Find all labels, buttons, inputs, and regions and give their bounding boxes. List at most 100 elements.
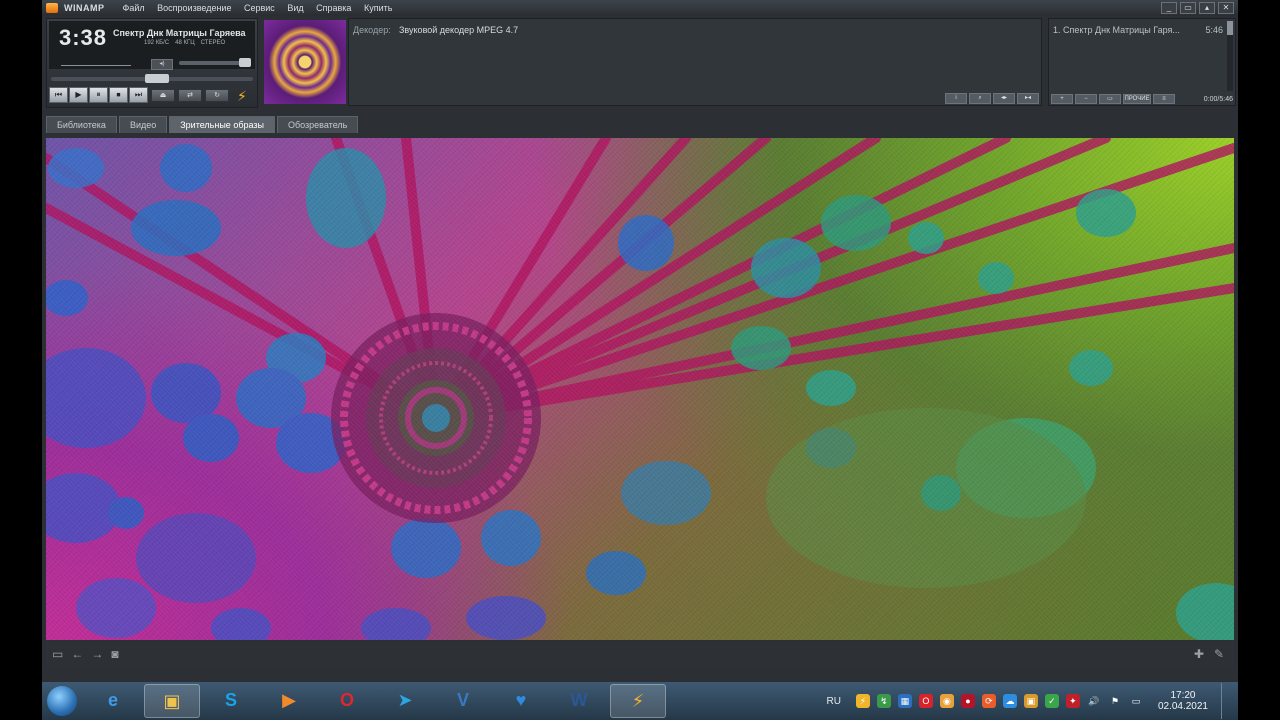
shuffle-icon[interactable]: ⇄ (178, 89, 202, 102)
shade-button[interactable]: ▴ (1199, 2, 1215, 14)
cloud-tray-icon[interactable]: ☁ (1002, 694, 1017, 708)
winamp-window: WINAMP Файл Воспроизведение Сервис Вид С… (42, 0, 1238, 682)
list-button[interactable]: ≡ (1153, 94, 1175, 104)
playlist-toolbar: + − ▭ ПРОЧИЕ ≡ 0:00/5:46 (1051, 94, 1233, 104)
system-tray: RU ⚡ ↯ ▦ O ◉ ● ⟳ ☁ ▣ ✓ ✦ 🔊 ⚑ ▭ 17:20 02.… (826, 683, 1238, 719)
winamp-logo-icon (46, 3, 58, 13)
stop-button[interactable]: ⏹ (109, 87, 128, 103)
playlist-total-time: 0:00/5:46 (1203, 95, 1233, 103)
seek-bar[interactable] (51, 74, 253, 83)
song-title: Спектр Днк Матрицы Гаряева (113, 28, 246, 38)
misc-button[interactable]: ПРОЧИЕ (1123, 94, 1151, 104)
title-bar: WINAMP Файл Воспроизведение Сервис Вид С… (42, 0, 1238, 16)
back-arrow-icon[interactable]: ← (71, 647, 83, 661)
tab-video[interactable]: Видео (118, 116, 168, 133)
start-button[interactable] (42, 683, 82, 719)
channels-label: СТЕРЕО (200, 40, 226, 46)
taskbar-media-player-icon[interactable]: ▶ (262, 684, 316, 716)
tab-library[interactable]: Библиотека (46, 116, 117, 133)
monitor-tray-icon[interactable]: ▭ (1129, 694, 1143, 708)
taskbar-opera-icon[interactable]: O (320, 684, 374, 716)
language-indicator[interactable]: RU (826, 696, 840, 707)
menu-tools[interactable]: Сервис (244, 3, 275, 13)
menu-playback[interactable]: Воспроизведение (157, 3, 231, 13)
decoder-label: Декодер: (353, 25, 391, 35)
clock[interactable]: 17:20 02.04.2021 (1158, 690, 1208, 712)
extra-controls: ⏏ ⇄ ↻ (151, 89, 229, 102)
menu-buy[interactable]: Купить (364, 3, 392, 13)
mini-visualizer[interactable] (61, 57, 131, 66)
taskbar-winamp-icon[interactable]: ⚡ (610, 684, 666, 718)
plugin-icon[interactable]: ✚ (1194, 647, 1204, 661)
bitrate-unit: КБ/С (155, 40, 170, 46)
menu-help[interactable]: Справка (316, 3, 351, 13)
remove-button[interactable]: − (1075, 94, 1097, 104)
record-tray-icon[interactable]: ● (960, 694, 975, 708)
tab-browser[interactable]: Обозреватель (276, 116, 359, 133)
play-button[interactable]: ▶ (69, 87, 88, 103)
taskbar-heart-app-icon[interactable]: ♥ (494, 684, 548, 716)
mute-icon[interactable]: ◂) (151, 59, 173, 70)
taskbar-skype-icon[interactable]: S (204, 684, 258, 716)
add-button[interactable]: + (1051, 94, 1073, 104)
minimize-button[interactable]: _ (1161, 2, 1177, 14)
info-icon[interactable]: i (945, 93, 967, 104)
shield-tray-icon[interactable]: ✓ (1044, 694, 1059, 708)
fullscreen-icon[interactable]: ▭ (52, 647, 63, 661)
show-desktop-button[interactable] (1221, 683, 1232, 719)
taskbar-apps: e ▣ S ▶ O ➤ V ♥ W ⚡ (82, 684, 666, 718)
volume-knob[interactable] (239, 58, 251, 67)
info-panel-buttons: i ⌕ ◂▸ ▸◂ (945, 93, 1039, 104)
pause-button[interactable]: ⏸ (89, 87, 108, 103)
elapsed-time[interactable]: 3:38 (59, 25, 107, 51)
taskbar-word-icon[interactable]: W (552, 684, 606, 716)
tab-visualization[interactable]: Зрительные образы (169, 116, 275, 133)
chrome-tray-icon[interactable]: ◉ (939, 694, 954, 708)
forward-arrow-icon[interactable]: → (91, 647, 103, 661)
camera-icon[interactable]: ◙ (111, 647, 118, 661)
flag-tray-icon[interactable]: ⚑ (1108, 694, 1122, 708)
next-button[interactable]: ⏭ (129, 87, 148, 103)
scrollbar-thumb[interactable] (1227, 21, 1233, 35)
volume-tray-icon[interactable]: 🔊 (1087, 694, 1101, 708)
album-art[interactable] (264, 20, 346, 104)
windows-taskbar: e ▣ S ▶ O ➤ V ♥ W ⚡ RU ⚡ ↯ ▦ O ◉ ● ⟳ ☁ ▣ ✓ ✦ 🔊 ⚑ … (42, 682, 1238, 720)
decoder-value: Звуковой декодер MPEG 4.7 (399, 25, 519, 35)
previous-button[interactable]: ⏮ (49, 87, 68, 103)
tab-bar: Библиотека Видео Зрительные образы Обозр… (46, 116, 359, 133)
select-button[interactable]: ▭ (1099, 94, 1121, 104)
playlist-scrollbar[interactable] (1227, 21, 1233, 91)
stream-info: 192 КБ/С 48 КГЦ СТЕРЕО (144, 40, 225, 46)
menu-file[interactable]: Файл (123, 3, 145, 13)
prev-panel-icon[interactable]: ◂▸ (993, 93, 1015, 104)
repeat-icon[interactable]: ↻ (205, 89, 229, 102)
search-icon[interactable]: ⌕ (969, 93, 991, 104)
taskbar-telegram-icon[interactable]: ➤ (378, 684, 432, 716)
opera-tray-icon[interactable]: O (918, 694, 933, 708)
restore-button[interactable]: ▭ (1180, 2, 1196, 14)
taskbar-internet-explorer-icon[interactable]: e (86, 684, 140, 716)
network-tray-icon[interactable]: ▦ (897, 694, 912, 708)
eject-icon[interactable]: ⏏ (151, 89, 175, 102)
lightning-icon[interactable]: ⚡ (237, 88, 247, 105)
seek-knob[interactable] (145, 74, 169, 83)
menu-view[interactable]: Вид (287, 3, 303, 13)
playlist-item[interactable]: 1. Спектр Днк Матрицы Гаря... (1053, 25, 1180, 35)
player-panel: 3:38 Спектр Днк Матрицы Гаряева 192 КБ/С… (46, 18, 258, 108)
next-panel-icon[interactable]: ▸◂ (1017, 93, 1039, 104)
volume-slider[interactable] (179, 58, 251, 67)
app-name: WINAMP (64, 3, 105, 13)
clock-time: 17:20 (1170, 690, 1196, 701)
taskbar-vpn-app-icon[interactable]: V (436, 684, 490, 716)
winamp-tray-icon[interactable]: ⚡ (855, 694, 870, 708)
visualization-canvas[interactable] (46, 138, 1234, 640)
taskbar-file-explorer-icon[interactable]: ▣ (144, 684, 200, 718)
update-tray-icon[interactable]: ⟳ (981, 694, 996, 708)
antivirus-tray-icon[interactable]: ✦ (1065, 694, 1080, 708)
box-tray-icon[interactable]: ▣ (1023, 694, 1038, 708)
close-button[interactable]: ✕ (1218, 2, 1234, 14)
visualization-texture (46, 138, 1234, 640)
visualization-toolbar: ▭ ← → ◙ ✚ ✎ (46, 642, 1234, 666)
download-tray-icon[interactable]: ↯ (876, 694, 891, 708)
wrench-icon[interactable]: ✎ (1214, 647, 1224, 661)
